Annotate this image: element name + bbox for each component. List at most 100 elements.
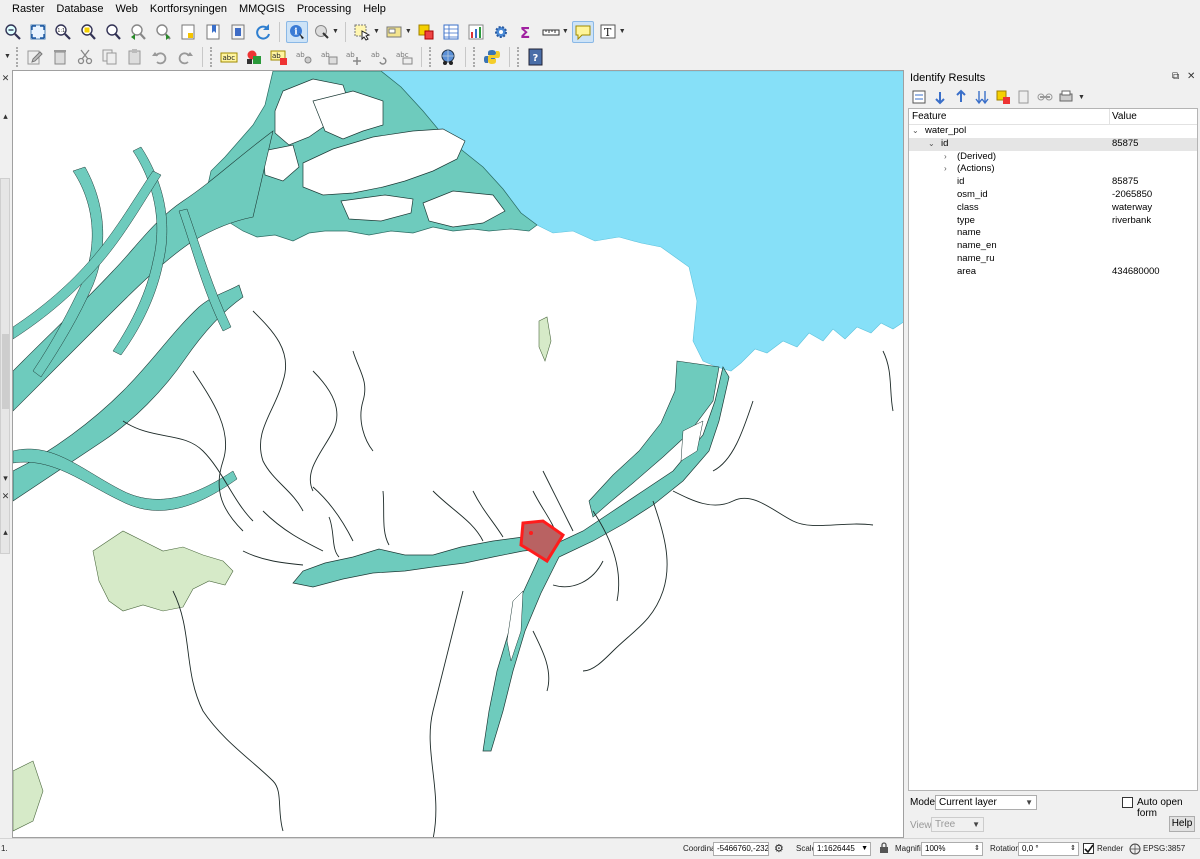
map-tips-icon[interactable]: [572, 20, 595, 43]
zoom-full-icon[interactable]: [27, 21, 49, 43]
label-pin-icon[interactable]: ab: [293, 46, 315, 68]
render-checkbox[interactable]: [1083, 843, 1094, 854]
collapse-all-icon[interactable]: [952, 88, 970, 106]
float-icon[interactable]: ⧉: [1172, 71, 1179, 82]
tree-row[interactable]: type riverbank: [909, 215, 1197, 228]
expand-new-icon[interactable]: [973, 88, 991, 106]
zoom-out-icon[interactable]: [2, 21, 24, 43]
undo-icon[interactable]: [149, 46, 171, 68]
tree-row[interactable]: name_ru: [909, 253, 1197, 266]
tree-row[interactable]: › (Derived): [909, 151, 1197, 164]
zoom-next-icon[interactable]: [152, 21, 174, 43]
toolbar-grip[interactable]: [15, 46, 20, 67]
chevron-down-icon[interactable]: ⌄: [928, 138, 935, 151]
print-icon[interactable]: [1057, 88, 1075, 106]
chevron-down-icon[interactable]: ⌄: [912, 125, 919, 138]
toolbar-grip[interactable]: [472, 46, 477, 67]
tree-row[interactable]: name: [909, 227, 1197, 240]
expand-tree-icon[interactable]: [910, 88, 928, 106]
rotation-spinbox[interactable]: 0,0 ° ⇕: [1018, 842, 1079, 856]
menu-kortforsyningen[interactable]: Kortforsyningen: [144, 0, 233, 19]
text-annotation-icon[interactable]: T: [597, 21, 619, 43]
view-select[interactable]: Tree ▼: [931, 817, 984, 832]
identify-icon[interactable]: i: [285, 20, 308, 43]
chevron-down-icon[interactable]: ▼: [619, 28, 626, 35]
python-icon[interactable]: [481, 46, 503, 68]
clear-results-icon[interactable]: [994, 88, 1012, 106]
zoom-last-icon[interactable]: [127, 21, 149, 43]
zoom-layer-icon[interactable]: [102, 21, 124, 43]
select-location-icon[interactable]: [383, 21, 405, 43]
chevron-down-icon[interactable]: ▼: [332, 28, 339, 35]
menu-database[interactable]: Database: [50, 0, 109, 19]
chevron-down-icon[interactable]: ▼: [405, 28, 412, 35]
help-icon[interactable]: ?: [525, 46, 547, 68]
auto-open-form-checkbox[interactable]: [1122, 797, 1133, 808]
edit-pencil-icon[interactable]: [24, 46, 46, 68]
chevron-up-icon[interactable]: ▴: [0, 110, 11, 122]
label-rotate-icon[interactable]: ab: [368, 46, 390, 68]
map-canvas[interactable]: [12, 70, 904, 838]
menu-raster[interactable]: Raster: [0, 0, 50, 19]
label-abc-icon[interactable]: abc: [218, 46, 240, 68]
label-show-icon[interactable]: ab: [318, 46, 340, 68]
select-feature-icon[interactable]: [351, 21, 373, 43]
deselect-icon[interactable]: [415, 21, 437, 43]
chevron-down-icon[interactable]: ▼: [562, 28, 569, 35]
zoom-selection-icon[interactable]: [77, 21, 99, 43]
help-button[interactable]: Help: [1169, 816, 1195, 832]
column-value[interactable]: Value: [1112, 111, 1137, 122]
zoom-native-icon[interactable]: 1:1: [52, 21, 74, 43]
crs-globe-icon[interactable]: [1129, 843, 1141, 857]
mode-select[interactable]: Current layer ▼: [935, 795, 1037, 810]
georef-icon[interactable]: [437, 46, 459, 68]
copy-icon[interactable]: [99, 46, 121, 68]
chevron-down-icon[interactable]: ▾: [0, 472, 11, 484]
close-icon[interactable]: ✕: [0, 72, 11, 84]
expand-all-icon[interactable]: [931, 88, 949, 106]
tile-scale-icon[interactable]: [227, 21, 249, 43]
chevron-down-icon[interactable]: ▼: [373, 28, 380, 35]
paste-icon[interactable]: [124, 46, 146, 68]
copy-feature-icon[interactable]: [1015, 88, 1033, 106]
chevron-down-icon[interactable]: ▼: [1078, 94, 1085, 101]
menu-help[interactable]: Help: [357, 0, 392, 19]
chevron-up-icon[interactable]: ▴: [0, 526, 11, 538]
label-change-icon[interactable]: abc: [393, 46, 415, 68]
toolbar-grip[interactable]: [516, 46, 521, 67]
scale-select[interactable]: 1:1626445 ▼: [813, 842, 871, 856]
coordinate-field[interactable]: -5466760,-232069: [713, 842, 769, 856]
chevron-right-icon[interactable]: ›: [944, 151, 947, 164]
tree-row[interactable]: osm_id -2065850: [909, 189, 1197, 202]
tree-row[interactable]: › (Actions): [909, 163, 1197, 176]
coordinate-toggle-icon[interactable]: ⚙: [774, 842, 784, 855]
chevron-down-icon[interactable]: ▼: [4, 53, 11, 60]
column-feature[interactable]: Feature: [912, 111, 946, 122]
cut-icon[interactable]: [74, 46, 96, 68]
menu-web[interactable]: Web: [110, 0, 144, 19]
lock-scale-icon[interactable]: [879, 842, 889, 856]
chevron-right-icon[interactable]: ›: [944, 163, 947, 176]
show-bookmarks-icon[interactable]: [202, 21, 224, 43]
tree-row[interactable]: area 434680000: [909, 266, 1197, 279]
attribute-table-icon[interactable]: [440, 21, 462, 43]
diagram-icon[interactable]: [243, 46, 265, 68]
magnifier-spinbox[interactable]: 100% ⇕: [921, 842, 983, 856]
menu-mmqgis[interactable]: MMQGIS: [233, 0, 291, 19]
tree-row[interactable]: ⌄ id 85875: [909, 137, 1197, 151]
tree-row[interactable]: ⌄ water_pol: [909, 125, 1197, 138]
sigma-icon[interactable]: Σ: [515, 21, 537, 43]
close-icon[interactable]: ✕: [0, 490, 11, 502]
toolbar-grip[interactable]: [428, 46, 433, 67]
new-bookmark-icon[interactable]: [177, 21, 199, 43]
tree-row[interactable]: id 85875: [909, 176, 1197, 189]
select-icon[interactable]: [311, 21, 333, 43]
identify-results-tree[interactable]: Feature Value ⌄ water_pol ⌄ id 85875 › (Derive…: [908, 108, 1198, 791]
redo-icon[interactable]: [174, 46, 196, 68]
refresh-icon[interactable]: [252, 21, 274, 43]
delete-icon[interactable]: [49, 46, 71, 68]
link-icon[interactable]: [1036, 88, 1054, 106]
crs-value[interactable]: EPSG:3857: [1143, 844, 1185, 853]
menu-processing[interactable]: Processing: [291, 0, 357, 19]
tree-row[interactable]: name_en: [909, 240, 1197, 253]
